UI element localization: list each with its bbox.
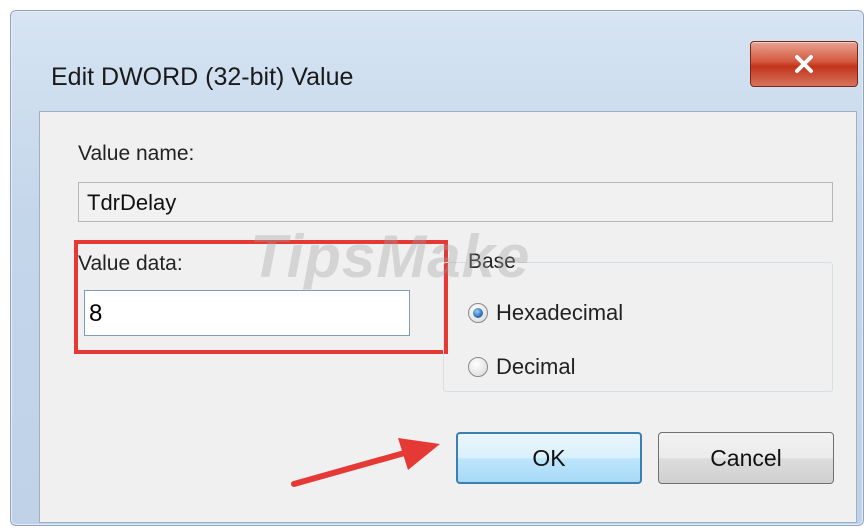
cancel-button[interactable]: Cancel <box>658 432 834 484</box>
red-pointer-arrow-icon <box>291 438 440 487</box>
radio-hexadecimal-button[interactable] <box>468 303 488 323</box>
value-data-highlight <box>74 240 448 354</box>
radio-decimal-button[interactable] <box>468 357 488 377</box>
value-name-label: Value name: <box>78 142 195 165</box>
close-button[interactable] <box>750 41 858 87</box>
close-icon <box>795 55 813 73</box>
base-label: Base <box>466 250 518 274</box>
value-name-field: TdrDelay <box>78 182 833 222</box>
radio-hexadecimal[interactable]: Hexadecimal <box>468 300 623 326</box>
radio-decimal-label: Decimal <box>496 354 576 379</box>
ok-button[interactable]: OK <box>456 432 642 484</box>
radio-decimal[interactable]: Decimal <box>468 354 575 380</box>
radio-hexadecimal-label: Hexadecimal <box>496 300 624 325</box>
dialog-title: Edit DWORD (32-bit) Value <box>51 63 354 91</box>
